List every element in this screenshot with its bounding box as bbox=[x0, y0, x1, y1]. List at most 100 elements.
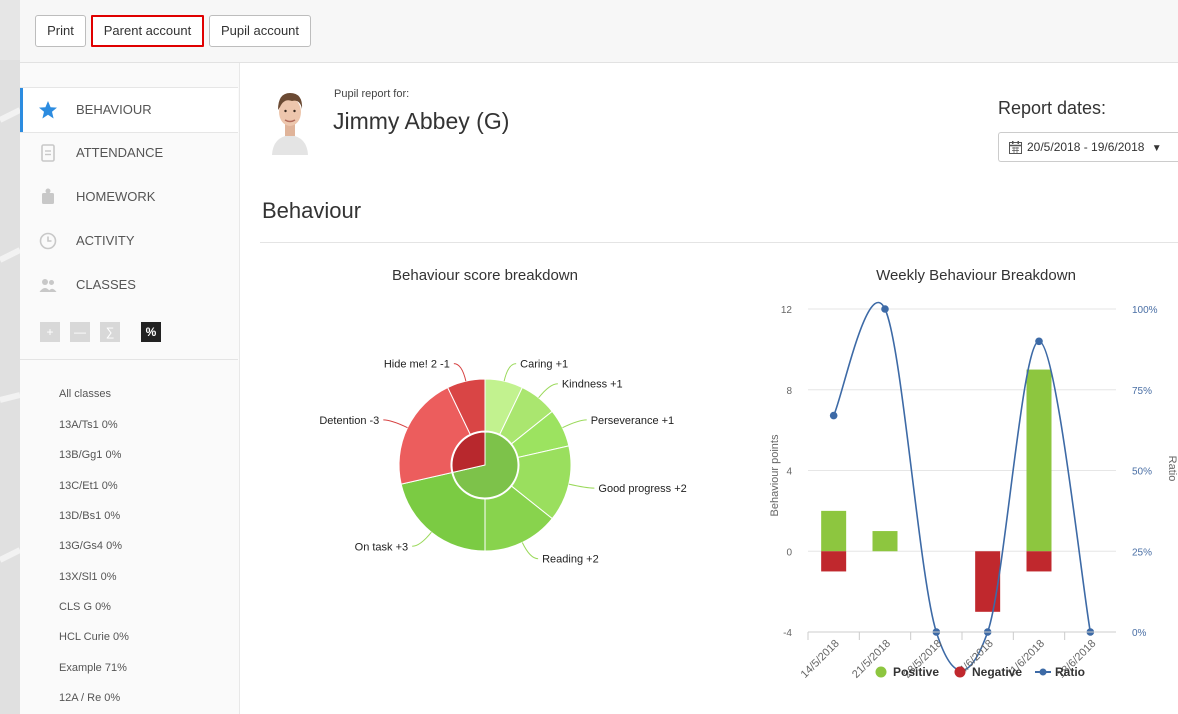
chart-title: Behaviour score breakdown bbox=[392, 267, 578, 284]
bar-negative bbox=[821, 551, 847, 572]
bar-positive bbox=[1026, 369, 1052, 552]
mode-percent-button[interactable]: % bbox=[141, 322, 161, 342]
bar-positive bbox=[872, 531, 898, 552]
sidebar-item-behaviour[interactable]: BEHAVIOUR bbox=[20, 87, 238, 133]
date-range-button[interactable]: 20/5/2018 - 19/6/2018 ▼ bbox=[998, 132, 1178, 162]
pupil-account-button[interactable]: Pupil account bbox=[209, 15, 311, 47]
y-tick-label: -4 bbox=[783, 628, 792, 639]
class-item[interactable]: 13B/Gg1 0% bbox=[59, 449, 121, 461]
y-axis-label: Behaviour points bbox=[769, 434, 781, 516]
class-item[interactable]: 13D/Bs1 0% bbox=[59, 510, 120, 522]
sidebar-item-attendance[interactable]: ATTENDANCE bbox=[20, 131, 238, 175]
legend-label: Ratio bbox=[1055, 665, 1085, 679]
y2-tick-label: 0% bbox=[1132, 628, 1147, 639]
bar-positive bbox=[821, 510, 847, 552]
calendar-icon bbox=[1009, 141, 1022, 154]
class-item[interactable]: 13A/Ts1 0% bbox=[59, 419, 118, 431]
pie-label: Kindness +1 bbox=[562, 379, 623, 391]
legend-label: Negative bbox=[972, 665, 1022, 679]
pie-label: Good progress +2 bbox=[598, 483, 686, 495]
sidebar-divider bbox=[20, 359, 238, 360]
clock-icon bbox=[39, 232, 57, 250]
legend-item: Ratio bbox=[1035, 665, 1085, 679]
legend-label: Positive bbox=[893, 665, 939, 679]
date-range-text: 20/5/2018 - 19/6/2018 bbox=[1027, 140, 1145, 154]
class-item[interactable]: 13X/Sl1 0% bbox=[59, 571, 116, 583]
x-tick-label: 14/5/2018 bbox=[799, 638, 842, 681]
class-item[interactable]: 13G/Gs4 0% bbox=[59, 540, 122, 552]
section-divider bbox=[260, 242, 1178, 243]
pie-label-connector bbox=[521, 542, 539, 560]
app-window: Print Parent account Pupil account BEHAV… bbox=[20, 0, 1178, 714]
pie-label: On task +3 bbox=[355, 541, 409, 553]
mode-minus-button[interactable]: — bbox=[70, 322, 90, 342]
ratio-point bbox=[881, 305, 889, 313]
y2-tick-label: 25% bbox=[1132, 547, 1152, 558]
section-title: Behaviour bbox=[262, 198, 362, 223]
y-tick-label: 4 bbox=[786, 467, 792, 478]
ratio-line bbox=[832, 301, 1092, 672]
sidebar-item-classes[interactable]: CLASSES bbox=[20, 263, 238, 307]
pie-label-connector bbox=[568, 483, 595, 489]
y2-tick-label: 50% bbox=[1132, 467, 1152, 478]
ratio-point bbox=[1035, 337, 1043, 346]
main-content: Pupil report for: Jimmy Abbey (G) Report… bbox=[240, 63, 1178, 714]
y-tick-label: 0 bbox=[786, 547, 792, 558]
weekly-behaviour-chart: Weekly Behaviour Breakdown 12 8 4 0 -4 100% 75… bbox=[769, 267, 1178, 681]
sidebar-item-label: HOMEWORK bbox=[76, 189, 156, 204]
legend-swatch bbox=[1039, 668, 1047, 676]
pie-label: Detention -3 bbox=[319, 415, 379, 427]
class-item[interactable]: CLS G 0% bbox=[59, 601, 111, 613]
document-icon bbox=[41, 144, 55, 162]
y2-tick-label: 100% bbox=[1132, 305, 1158, 316]
class-item[interactable]: HCL Curie 0% bbox=[59, 631, 129, 643]
chevron-down-icon: ▼ bbox=[1151, 143, 1162, 154]
print-button[interactable]: Print bbox=[35, 15, 86, 47]
pie-label: Hide me! 2 -1 bbox=[384, 359, 450, 371]
report-dates-label: Report dates: bbox=[998, 98, 1107, 118]
class-item[interactable]: 12A / Re 0% bbox=[59, 692, 120, 704]
class-item[interactable]: Example 71% bbox=[59, 662, 127, 674]
bar-negative bbox=[975, 551, 1001, 612]
pie-label-connector bbox=[383, 419, 408, 429]
mode-sum-button[interactable]: ∑ bbox=[100, 322, 120, 342]
avatar bbox=[272, 93, 308, 155]
class-item[interactable]: 13C/Et1 0% bbox=[59, 480, 118, 492]
people-icon bbox=[39, 279, 57, 292]
y-tick-label: 8 bbox=[786, 386, 792, 397]
x-tick-label: 21/5/2018 bbox=[850, 638, 893, 681]
pie-label-connector bbox=[453, 363, 467, 382]
pupil-name: Jimmy Abbey (G) bbox=[333, 108, 510, 134]
parent-account-button[interactable]: Parent account bbox=[91, 15, 204, 47]
pie-label: Caring +1 bbox=[520, 359, 568, 371]
star-icon bbox=[39, 101, 57, 119]
chart-title: Weekly Behaviour Breakdown bbox=[876, 267, 1076, 284]
report-for-label: Pupil report for: bbox=[334, 88, 410, 100]
sidebar-item-label: CLASSES bbox=[76, 277, 136, 292]
sidebar-item-activity[interactable]: ACTIVITY bbox=[20, 219, 238, 263]
sidebar-item-label: BEHAVIOUR bbox=[76, 102, 152, 117]
pie-label: Perseverance +1 bbox=[591, 415, 674, 427]
ratio-point bbox=[829, 411, 838, 420]
bag-icon bbox=[42, 188, 54, 204]
sidebar-item-label: ACTIVITY bbox=[76, 233, 135, 248]
class-item-all[interactable]: All classes bbox=[59, 388, 111, 400]
legend-swatch bbox=[875, 666, 887, 678]
toolbar: Print Parent account Pupil account bbox=[20, 0, 1178, 63]
mode-plus-button[interactable]: + bbox=[40, 322, 60, 342]
pie-label-connector bbox=[503, 363, 517, 382]
sidebar: BEHAVIOUR ATTENDANCE HOMEWORK ACTIVITY C… bbox=[20, 63, 240, 714]
y2-tick-label: 75% bbox=[1132, 386, 1152, 397]
pie-label-connector bbox=[538, 383, 558, 399]
behaviour-score-chart: Behaviour score breakdown Caring +1 Kindn… bbox=[319, 267, 686, 566]
pie-label-connector bbox=[562, 419, 587, 429]
legend-item: Positive bbox=[875, 665, 939, 679]
y-tick-label: 12 bbox=[781, 305, 793, 316]
sidebar-item-homework[interactable]: HOMEWORK bbox=[20, 175, 238, 219]
legend-swatch bbox=[954, 666, 966, 678]
pie-label: Reading +2 bbox=[542, 554, 599, 566]
sidebar-item-label: ATTENDANCE bbox=[76, 145, 164, 160]
pie-label-connector bbox=[412, 531, 432, 547]
bar-negative bbox=[1026, 551, 1052, 572]
y2-axis-label: Ratio bbox=[1166, 456, 1178, 482]
